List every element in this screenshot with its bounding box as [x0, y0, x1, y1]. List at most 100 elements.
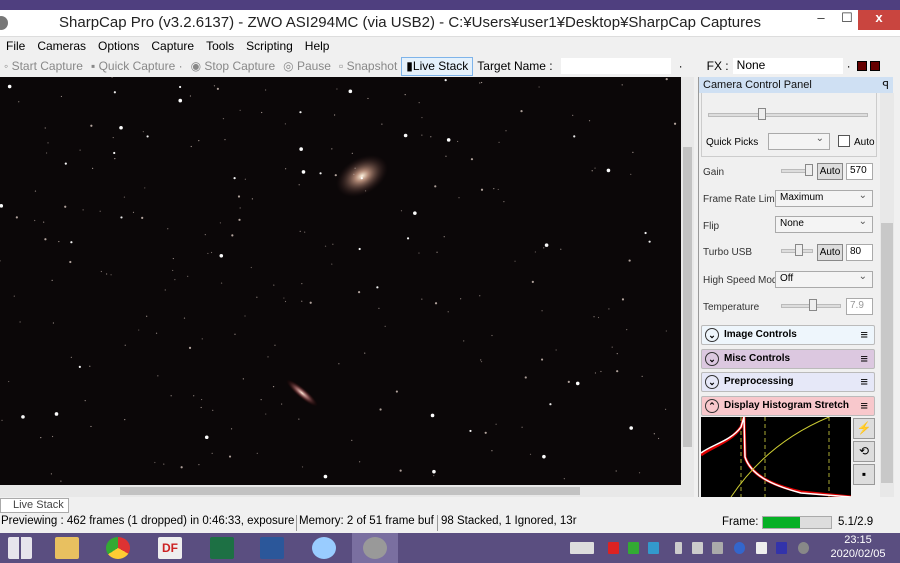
signal-icon[interactable] — [712, 542, 723, 554]
horizontal-scrollbar[interactable] — [0, 485, 681, 497]
record-icon[interactable] — [856, 61, 867, 71]
fx-select[interactable]: None — [732, 58, 843, 74]
auto-stretch-button[interactable]: ⚡ — [853, 418, 875, 439]
fx-dropdown-icon[interactable]: · — [843, 59, 855, 73]
histogram-luma — [701, 417, 851, 497]
volume-icon[interactable] — [692, 542, 703, 554]
exposure-box: Quick Picks Auto — [701, 93, 877, 157]
histogram-chart[interactable] — [701, 417, 851, 497]
menu-file[interactable]: File — [0, 37, 31, 55]
gain-input[interactable]: 570 — [846, 163, 873, 180]
pdf-app-icon[interactable]: DF — [158, 537, 182, 559]
live-stack-button[interactable]: ▮Live Stack — [401, 56, 474, 76]
menu-icon[interactable]: ≡ — [860, 398, 868, 413]
start-capture-button[interactable]: ◦ Start Capture — [0, 59, 87, 73]
star — [479, 295, 481, 297]
menu-capture[interactable]: Capture — [145, 37, 200, 55]
menu-cameras[interactable]: Cameras — [31, 37, 92, 55]
snapshot-button[interactable]: ▫ Snapshot — [335, 59, 401, 73]
star — [357, 290, 361, 294]
flip-select[interactable]: None — [775, 216, 873, 233]
star — [90, 124, 93, 127]
acrobat-tray-icon[interactable] — [608, 542, 619, 554]
panel-scroll-thumb[interactable] — [881, 223, 893, 483]
vertical-scrollbar[interactable] — [681, 77, 694, 497]
star — [70, 356, 72, 358]
menu-icon[interactable]: ≡ — [860, 351, 868, 366]
flag-icon[interactable] — [756, 542, 767, 554]
menu-icon[interactable]: ≡ — [860, 327, 868, 342]
ht-tray-icon[interactable] — [628, 542, 639, 554]
tab-live-stack[interactable]: Live Stack — [0, 498, 69, 513]
group-label: Display Histogram Stretch — [724, 400, 850, 411]
stop-record-icon[interactable] — [869, 61, 880, 71]
network-tray-icon[interactable] — [648, 542, 659, 554]
gain-slider-knob[interactable] — [805, 164, 813, 176]
minimize-button[interactable]: – — [808, 10, 834, 30]
close-button[interactable]: x — [858, 10, 900, 30]
group-misc-controls[interactable]: ⌄ Misc Controls ≡ — [701, 349, 875, 369]
pause-button[interactable]: ◎ Pause — [279, 59, 335, 73]
star — [447, 311, 449, 313]
star — [250, 266, 252, 269]
exposure-slider-knob[interactable] — [758, 108, 766, 120]
menu-options[interactable]: Options — [92, 37, 145, 55]
star — [436, 251, 438, 253]
star — [273, 284, 275, 286]
close-tray-icon[interactable] — [798, 542, 809, 554]
excel-icon[interactable] — [210, 537, 234, 559]
auto-checkbox[interactable] — [838, 135, 850, 147]
frame-rate-select[interactable]: Maximum — [775, 190, 873, 207]
group-label: Misc Controls — [724, 353, 791, 364]
vertical-scroll-thumb[interactable] — [683, 147, 692, 447]
star — [381, 123, 383, 125]
high-speed-select[interactable]: Off — [775, 271, 873, 288]
display-tray-icon[interactable] — [776, 542, 787, 554]
chevron-down-icon: ⌄ — [705, 328, 719, 342]
chrome-icon[interactable] — [106, 537, 130, 559]
sharpcap-taskbar-button[interactable] — [352, 533, 398, 563]
image-viewer[interactable] — [0, 77, 681, 485]
clock[interactable]: 23:15 2020/02/05 — [818, 533, 898, 561]
turbo-usb-auto-button[interactable]: Auto — [817, 244, 843, 261]
star — [242, 378, 244, 380]
gain-auto-button[interactable]: Auto — [817, 163, 843, 180]
quick-capture-button[interactable]: ▪ Quick Capture · — [87, 59, 187, 73]
panel-scrollbar[interactable] — [880, 93, 894, 497]
exposure-slider[interactable] — [708, 113, 868, 117]
start-icon[interactable] — [8, 537, 32, 559]
star — [111, 77, 113, 78]
frame-label: Frame: — [722, 516, 759, 528]
quick-picks-select[interactable] — [768, 133, 830, 150]
paint-icon[interactable] — [312, 537, 336, 559]
group-preprocessing[interactable]: ⌄ Preprocessing ≡ — [701, 372, 875, 392]
star — [534, 251, 536, 253]
menu-tools[interactable]: Tools — [200, 37, 240, 55]
star — [144, 187, 146, 189]
turbo-usb-label: Turbo USB — [703, 247, 753, 258]
star — [198, 140, 200, 142]
reset-icon[interactable]: ⟲ — [853, 441, 875, 462]
file-explorer-icon[interactable] — [55, 537, 79, 559]
star — [463, 340, 465, 342]
star — [446, 138, 451, 142]
maximize-button[interactable]: ☐ — [834, 10, 860, 30]
bluetooth-icon[interactable] — [734, 542, 745, 554]
menu-icon[interactable]: ≡ — [860, 374, 868, 389]
save-icon[interactable]: ▪ — [853, 464, 875, 485]
group-display-histogram-stretch[interactable]: ⌃ Display Histogram Stretch ≡ — [701, 396, 875, 416]
battery-icon[interactable] — [675, 542, 682, 554]
menu-help[interactable]: Help — [299, 37, 336, 55]
turbo-usb-slider-knob[interactable] — [795, 244, 803, 256]
horizontal-scroll-thumb[interactable] — [120, 487, 580, 495]
menu-scripting[interactable]: Scripting — [240, 37, 299, 55]
stop-capture-button[interactable]: ◉ Stop Capture — [187, 59, 280, 73]
target-name-input[interactable] — [560, 58, 671, 74]
pin-icon[interactable]: ꟼ — [882, 79, 889, 92]
word-icon[interactable] — [260, 537, 284, 559]
target-dropdown-icon[interactable]: · — [675, 59, 703, 73]
keyboard-icon[interactable] — [570, 542, 594, 554]
group-image-controls[interactable]: ⌄ Image Controls ≡ — [701, 325, 875, 345]
turbo-usb-input[interactable]: 80 — [846, 244, 873, 261]
star — [146, 315, 148, 317]
